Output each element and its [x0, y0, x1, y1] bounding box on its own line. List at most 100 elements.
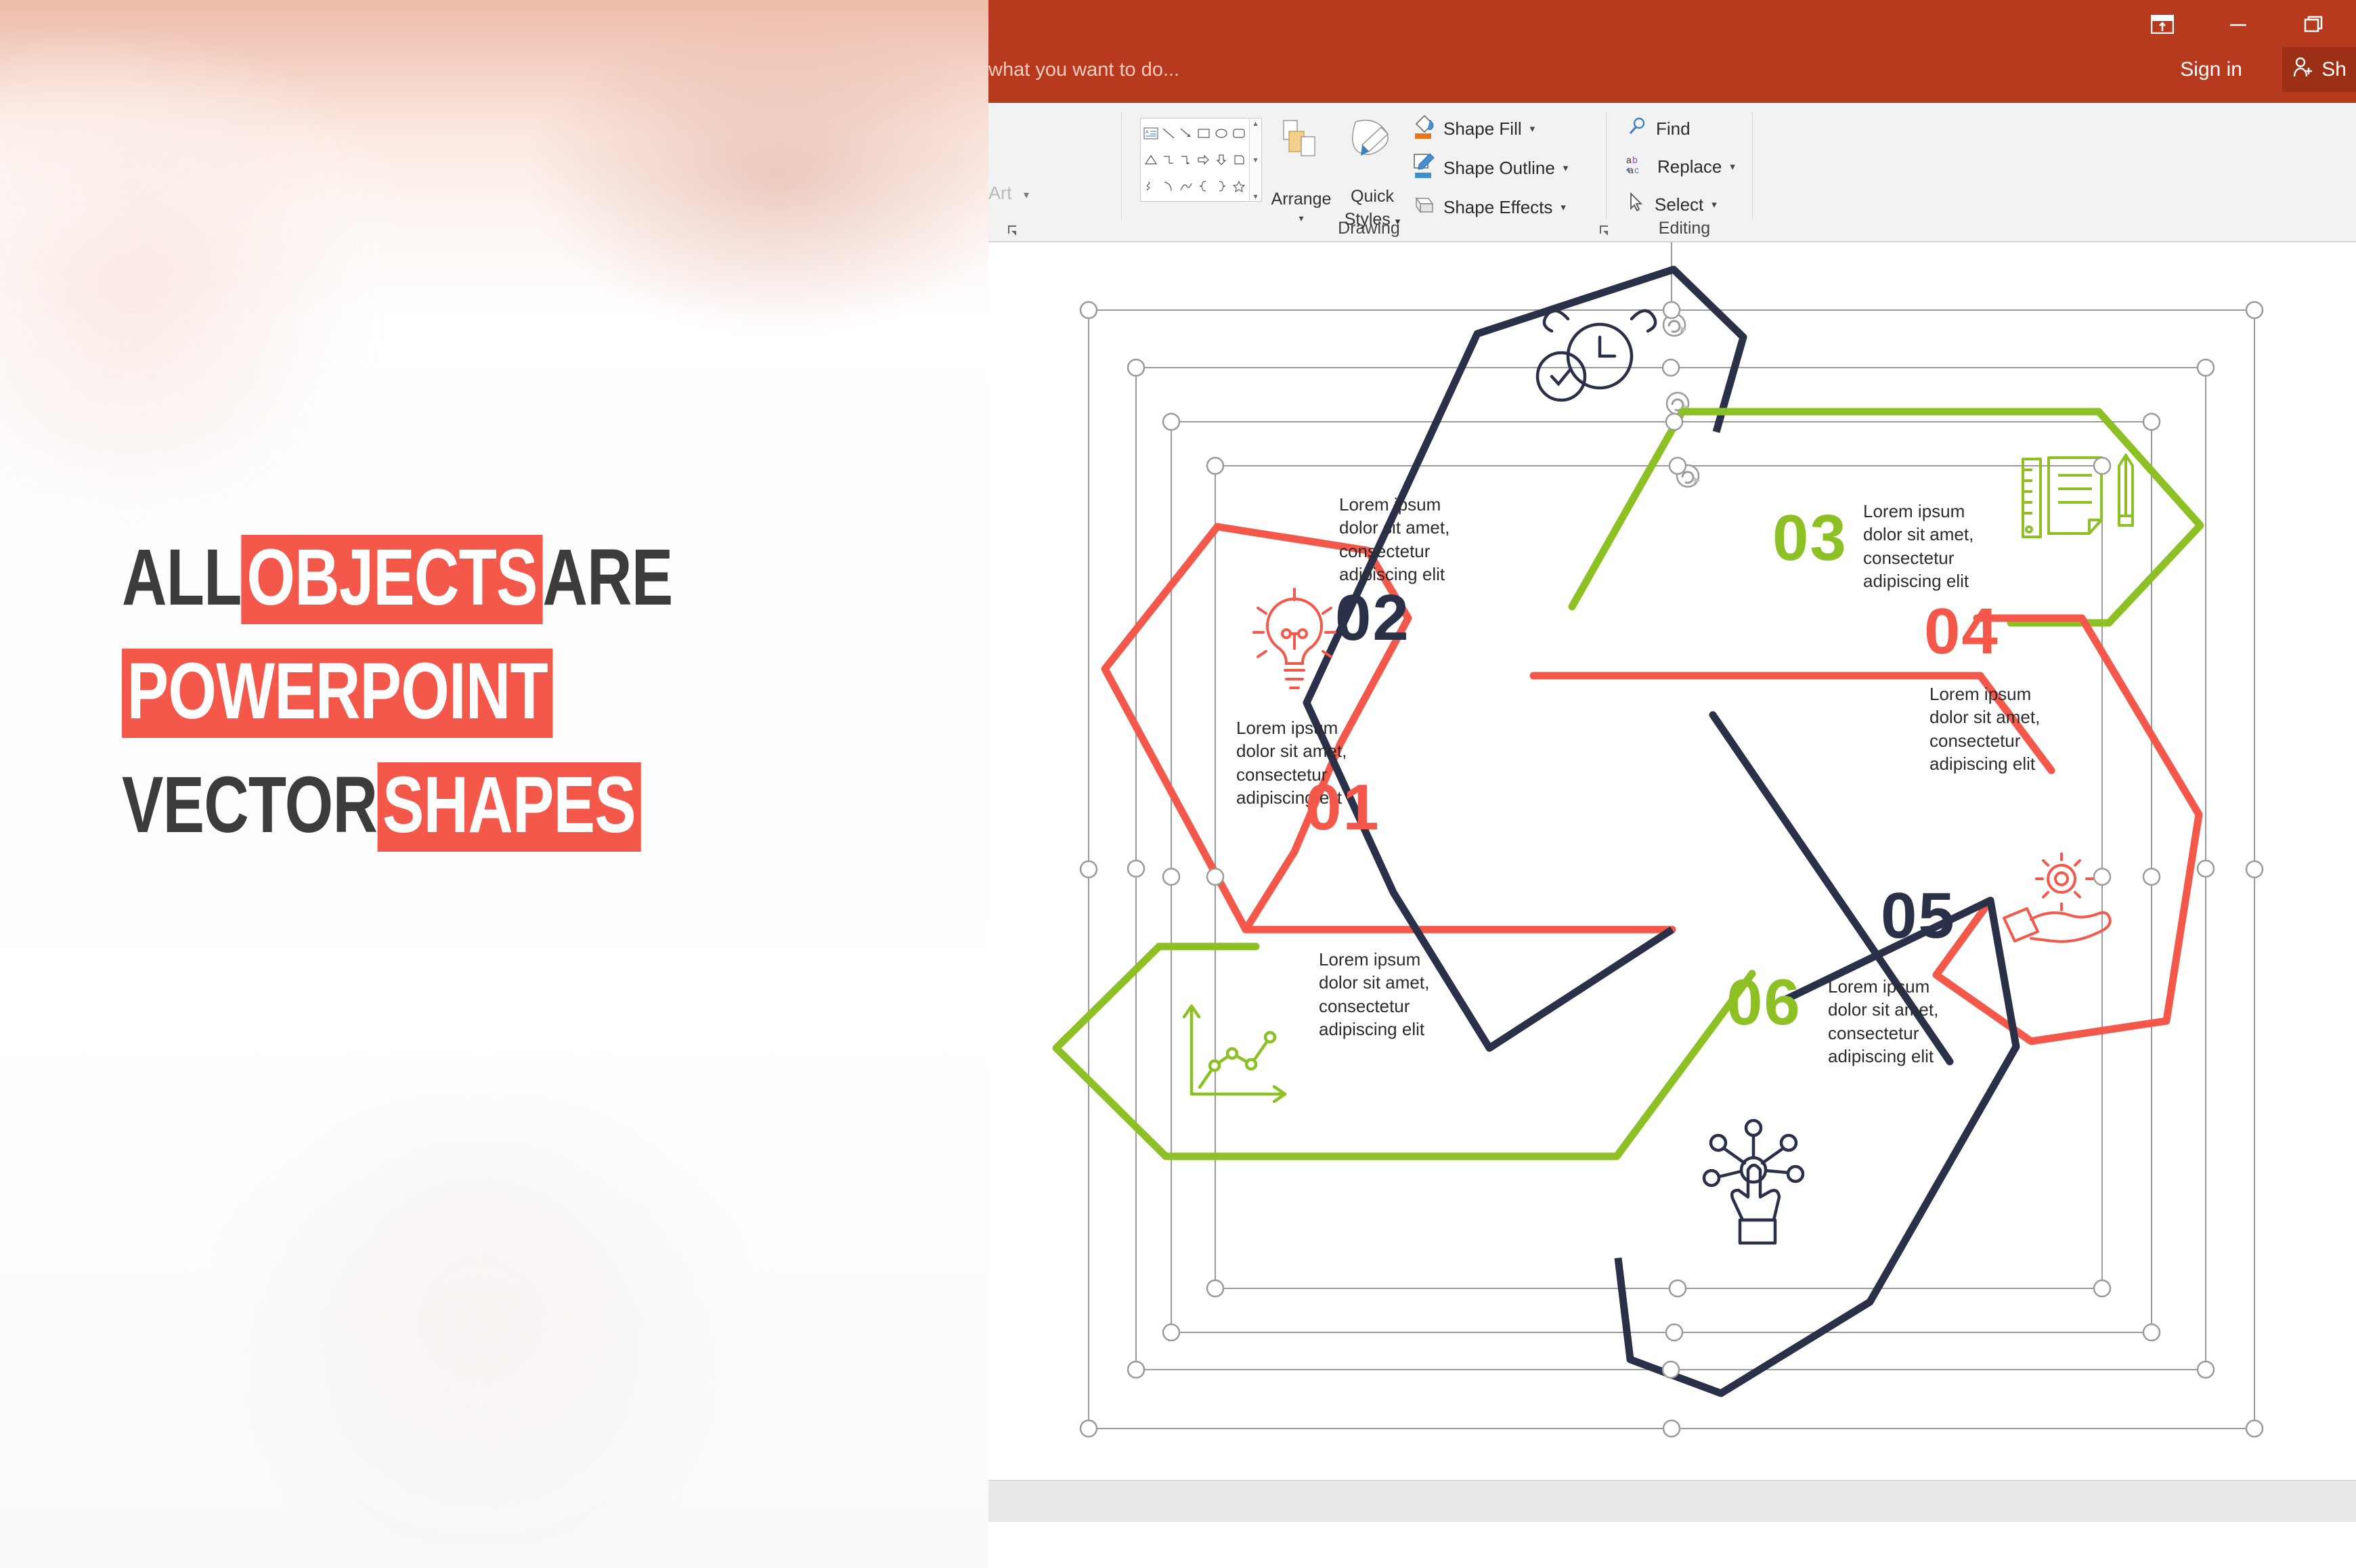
cursor-arrow-icon [1626, 192, 1646, 218]
promo-word-are: ARE [542, 533, 673, 622]
promo-word-objects: OBJECTS [241, 535, 543, 624]
slide-work-area: Lorem ipsum dolor sit amet, consectetur … [988, 242, 2356, 1522]
shape-outline-button[interactable]: Shape Outline ▾ [1412, 152, 1568, 184]
share-button[interactable]: Sh [2282, 47, 2356, 92]
infographic-graphic[interactable] [988, 242, 2356, 1480]
shape-pentagon-flag-icon[interactable] [1230, 146, 1248, 173]
select-caret-icon[interactable]: ▾ [1711, 198, 1717, 211]
shape-down-arrow-icon[interactable] [1213, 146, 1230, 173]
shape-commands: Shape Fill ▾ Shape Outline ▾ Shape Effec… [1408, 103, 1584, 242]
tell-me-search-input[interactable]: what you want to do... [988, 53, 1293, 87]
shape-effects-caret-icon[interactable]: ▾ [1561, 201, 1566, 213]
wordart-label[interactable]: Art [988, 183, 1012, 204]
quick-styles-caret-icon[interactable]: ▾ [1395, 216, 1401, 227]
select-button[interactable]: Select ▾ [1626, 190, 1717, 219]
shape-right-arrow-icon[interactable] [1195, 146, 1213, 173]
slide-item-03-text[interactable]: Lorem ipsum dolor sit amet, consectetur … [1863, 500, 2019, 592]
slide-item-06-text[interactable]: Lorem ipsum dolor sit amet, consectetur … [1319, 948, 1475, 1041]
replace-caret-icon[interactable]: ▾ [1730, 160, 1735, 173]
find-label: Find [1656, 118, 1690, 139]
ribbon-group-editing: Find abac Replace ▾ Select ▾ Editing [1617, 103, 1752, 242]
ribbon-separator [1606, 112, 1607, 219]
shape-freeform-icon[interactable] [1177, 173, 1195, 200]
shape-outline-caret-icon[interactable]: ▾ [1563, 162, 1569, 174]
selection-boxes [1088, 309, 2255, 1429]
gear-in-hand-icon [2003, 852, 2112, 943]
replace-button[interactable]: abac Replace ▾ [1626, 152, 1735, 181]
gallery-more-icon[interactable]: ▾ [1253, 192, 1257, 200]
arrange-icon [1282, 119, 1322, 171]
shape-line-arrow-icon[interactable] [1177, 120, 1195, 146]
share-person-icon [2292, 56, 2315, 84]
status-bar [988, 1480, 2356, 1522]
window-controls [2147, 9, 2329, 39]
shape-triangle-icon[interactable] [1142, 146, 1160, 173]
restore-icon[interactable] [2299, 9, 2329, 39]
shape-fill-button[interactable]: Shape Fill ▾ [1412, 112, 1535, 145]
ribbon-display-options-icon[interactable] [2147, 9, 2177, 39]
shape-elbow-connector-icon[interactable] [1160, 146, 1177, 173]
promo-word-shapes: SHAPES [377, 762, 641, 852]
line-chart-icon [1182, 1004, 1287, 1104]
promo-word-vector: VECTOR [122, 760, 378, 850]
shape-outline-label: Shape Outline [1443, 157, 1555, 178]
slide-item-05-text[interactable]: Lorem ipsum dolor sit amet, consectetur … [1828, 975, 1984, 1068]
slide-item-03-number[interactable]: 03 [1772, 501, 1848, 575]
replace-abac-icon: abac [1626, 154, 1649, 180]
slide-item-02-number[interactable]: 02 [1335, 581, 1410, 655]
sign-in-link[interactable]: Sign in [2180, 53, 2242, 87]
svg-text:c: c [1634, 165, 1639, 175]
shape-rounded-rectangle-icon[interactable] [1230, 120, 1248, 146]
promo-line-3: VECTOR SHAPES [122, 762, 900, 852]
shape-curve-icon[interactable] [1160, 173, 1177, 200]
shape-scribble-icon[interactable] [1142, 173, 1160, 200]
scroll-up-icon[interactable]: ▴ [1253, 119, 1257, 127]
shape-oval-icon[interactable] [1213, 120, 1230, 146]
share-label: Sh [2321, 58, 2347, 81]
slide-item-04-number[interactable]: 04 [1924, 594, 1999, 669]
title-bar: what you want to do... Sign in Sh [988, 0, 2356, 103]
editing-group-caption: Editing [1658, 219, 1711, 238]
magnifier-icon [1626, 116, 1648, 142]
shapes-gallery-scrollbar[interactable]: ▴ ▾ ▾ [1249, 118, 1261, 201]
shape-left-brace-icon[interactable] [1195, 173, 1213, 200]
quick-styles-label-2: Styles ▾ [1344, 210, 1401, 229]
slide-item-04-text[interactable]: Lorem ipsum dolor sit amet, consectetur … [1929, 682, 2085, 775]
slide-item-06-number[interactable]: 06 [1726, 965, 1802, 1040]
shape-rectangle-icon[interactable] [1195, 120, 1213, 146]
shape-03-outline-left [1568, 408, 1686, 611]
svg-text:a: a [1626, 154, 1632, 165]
shape-effects-button[interactable]: Shape Effects ▾ [1412, 191, 1566, 223]
slide-item-01-number[interactable]: 01 [1305, 770, 1380, 845]
shape-right-brace-icon[interactable] [1213, 173, 1230, 200]
shapes-grid: A [1141, 118, 1249, 201]
shape-star-icon[interactable] [1230, 173, 1248, 200]
arrange-caret-icon[interactable]: ▾ [1267, 213, 1335, 224]
slide-canvas[interactable]: Lorem ipsum dolor sit amet, consectetur … [988, 242, 2356, 1480]
quick-styles-icon [1347, 116, 1397, 170]
shape-fill-caret-icon[interactable]: ▾ [1530, 123, 1535, 135]
shape-line-icon[interactable] [1160, 120, 1177, 146]
shape-elbow-arrow-connector-icon[interactable] [1177, 146, 1195, 173]
quick-styles-label-1: Quick [1351, 187, 1394, 206]
wordart-caret-icon[interactable]: ▾ [1024, 188, 1029, 202]
slide-item-05-number[interactable]: 05 [1881, 879, 1956, 953]
selection-handles [1079, 301, 2264, 1438]
select-label: Select [1655, 194, 1704, 215]
scroll-down-icon[interactable]: ▾ [1253, 156, 1257, 164]
svg-text:a: a [1628, 165, 1634, 175]
promo-line-2: POWERPOINT [122, 649, 900, 738]
slide-item-02-text[interactable]: Lorem ipsum dolor sit amet, consectetur … [1339, 493, 1495, 586]
shape-textbox-icon[interactable]: A [1142, 120, 1160, 146]
svg-text:A: A [1146, 130, 1149, 135]
promo-headline: ALL OBJECTS ARE POWERPOINT VECTOR SHAPES [122, 535, 900, 852]
shapes-gallery[interactable]: A ▴ ▾ ▾ [1140, 118, 1262, 202]
ribbon-separator [1752, 112, 1753, 219]
quick-styles-button[interactable]: Quick Styles ▾ [1335, 103, 1410, 242]
wordart-dialog-launcher-icon[interactable] [1006, 223, 1021, 238]
drawing-dialog-launcher-icon[interactable] [1598, 223, 1613, 238]
arrange-button[interactable]: Arrange ▾ [1267, 103, 1335, 242]
find-button[interactable]: Find [1626, 114, 1690, 144]
minimize-icon[interactable] [2223, 9, 2253, 39]
promo-word-powerpoint: POWERPOINT [122, 649, 553, 738]
